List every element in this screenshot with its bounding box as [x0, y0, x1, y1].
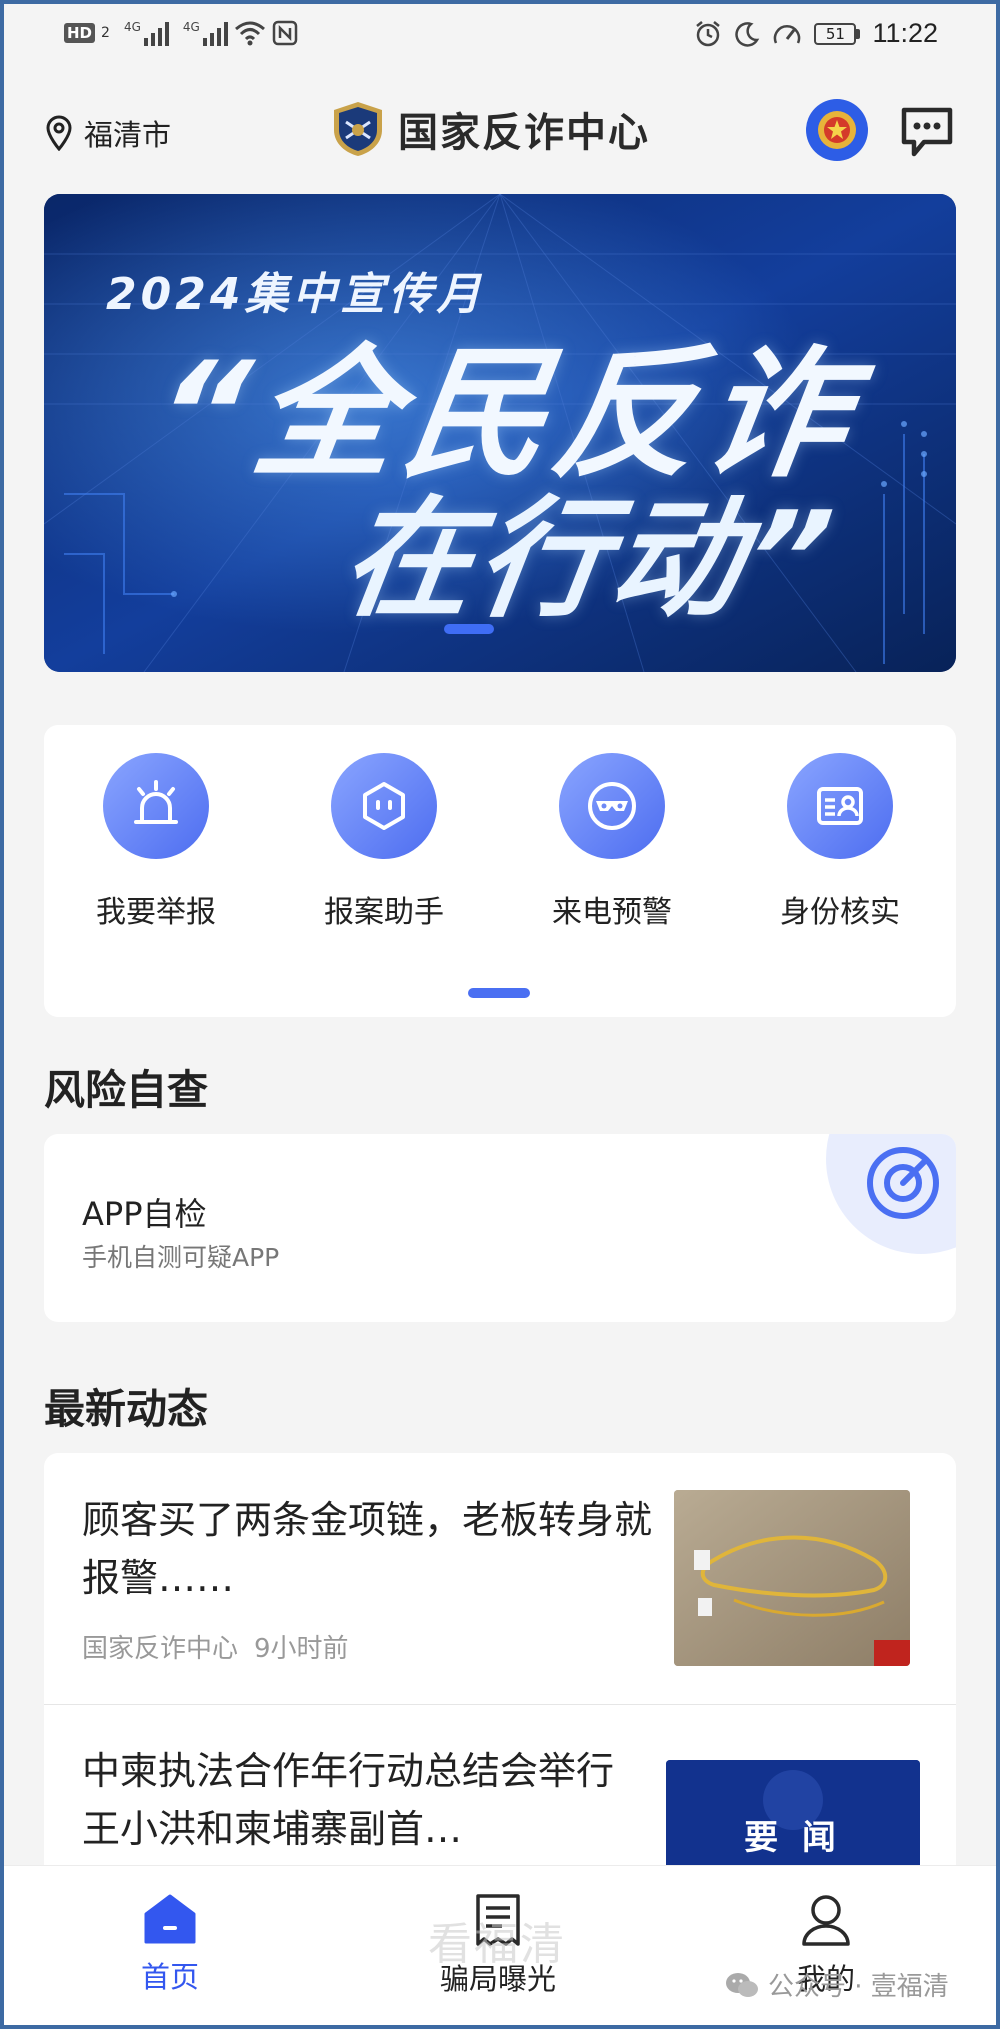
message-icon[interactable] — [898, 104, 956, 158]
quick-action-assistant[interactable]: 报案助手 — [304, 753, 464, 931]
banner-subtitle: 2024集中宣传月 — [106, 269, 485, 320]
app-title: 国家反诈中心 — [398, 110, 650, 156]
battery-level: 51 — [814, 22, 857, 45]
clock: 11:22 — [872, 18, 938, 48]
speed-icon — [774, 24, 801, 43]
banner-page-indicator — [444, 624, 494, 634]
thumbnail-caption: 要 闻 — [744, 1818, 842, 1858]
quick-action-report[interactable]: 我要举报 — [76, 753, 236, 931]
watermark-text: 公众号 · 壹福清 — [768, 1972, 949, 2002]
status-left: HD 2 4G 4G — [64, 20, 298, 46]
quick-action-label: 来电预警 — [552, 895, 672, 930]
location-text: 福清市 — [84, 118, 172, 152]
banner-headline-line2: 在行动” — [333, 483, 845, 635]
news-meta: 国家反诈中心 9小时前 — [82, 1628, 349, 1665]
battery-icon: 51 — [814, 22, 861, 45]
tab-label: 首页 — [140, 1960, 199, 1994]
tab-label: 骗局曝光 — [439, 1962, 556, 1996]
quick-action-id-verify[interactable]: 身份核实 — [760, 753, 920, 931]
user-icon — [802, 1895, 850, 1946]
wifi-icon — [234, 21, 265, 46]
moon-icon — [735, 21, 760, 47]
app-header: 福清市 国家反诈中心 — [0, 88, 1000, 178]
news-section-title: 最新动态 — [44, 1385, 208, 1433]
promo-banner[interactable]: 2024集中宣传月 “全民反诈 在行动” — [44, 194, 956, 672]
news-item[interactable]: 顾客买了两条金项链，老板转身就报警…… 国家反诈中心 9小时前 — [44, 1453, 956, 1704]
news-thumbnail-headline: 要 闻 — [666, 1760, 920, 1873]
nfc-icon — [272, 20, 298, 46]
home-icon — [144, 1894, 196, 1944]
location-selector[interactable]: 福清市 — [44, 112, 171, 154]
network-type-2: 4G — [182, 20, 200, 34]
news-list: 顾客买了两条金项链，老板转身就报警…… 国家反诈中心 9小时前 中柬执法合作年行… — [44, 1453, 956, 1873]
network-type-1: 4G — [123, 20, 141, 34]
police-emblem-icon[interactable] — [806, 99, 868, 161]
quick-action-call-warning[interactable]: 来电预警 — [532, 753, 692, 931]
signal-2-icon: 4G — [183, 20, 228, 46]
id-card-icon — [787, 753, 893, 859]
status-right: 51 11:22 — [694, 18, 938, 49]
app-self-check-card[interactable]: APP自检 手机自测可疑APP — [44, 1134, 956, 1322]
location-pin-icon — [46, 115, 72, 151]
news-time: 9小时前 — [254, 1634, 349, 1664]
news-source: 国家反诈中心 — [82, 1634, 239, 1664]
app-brand: 国家反诈中心 — [330, 100, 650, 158]
sim-slot: 2 — [101, 25, 110, 41]
radar-scan-icon — [867, 1147, 939, 1219]
news-thumbnail-gold-necklace — [674, 1490, 910, 1666]
anti-fraud-badge-icon — [334, 102, 382, 156]
news-title: 顾客买了两条金项链，老板转身就报警…… — [82, 1498, 653, 1600]
news-title: 中柬执法合作年行动总结会举行 王小洪和柬埔寨副首… — [82, 1749, 653, 1851]
quick-actions-card: 我要举报 报案助手 来电预警 身份核实 — [44, 725, 956, 1017]
quick-action-label: 报案助手 — [324, 895, 444, 930]
status-bar: HD 2 4G 4G 51 11:22 — [0, 0, 1000, 72]
alarm-siren-icon — [103, 753, 209, 859]
wechat-icon — [726, 1972, 758, 1997]
banner-headline-line1: “全民反诈 — [144, 332, 868, 497]
quick-action-label: 我要举报 — [96, 895, 216, 930]
risk-section-title: 风险自查 — [44, 1066, 208, 1114]
app-self-check-title: APP自检 — [82, 1195, 207, 1233]
mask-call-warning-icon — [559, 753, 665, 859]
tab-home[interactable]: 首页 — [70, 1892, 270, 1996]
document-icon — [476, 1894, 520, 1946]
app-self-check-desc: 手机自测可疑APP — [82, 1243, 280, 1272]
hd-badge: HD — [64, 23, 96, 43]
alarm-icon — [696, 20, 721, 46]
robot-assistant-icon — [331, 753, 437, 859]
wechat-watermark: 公众号 · 壹福清 — [724, 1966, 949, 2003]
quick-action-label: 身份核实 — [780, 895, 900, 930]
quick-actions-page-indicator — [468, 988, 530, 998]
bottom-tab-bar: 首页 骗局曝光 我的 — [0, 1865, 1000, 2029]
signal-1-icon: 4G — [124, 20, 169, 46]
tab-scam-exposure[interactable]: 骗局曝光 — [398, 1892, 598, 1998]
